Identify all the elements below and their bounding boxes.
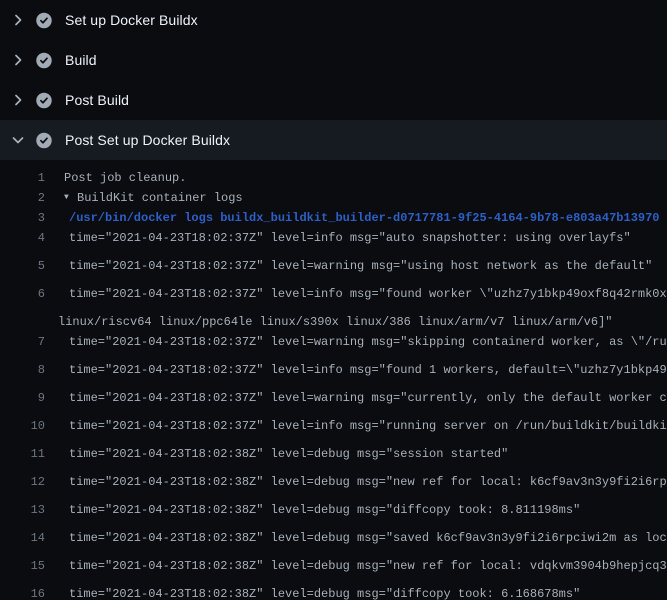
step-row[interactable]: Build xyxy=(0,40,667,80)
log-line-number[interactable]: 6 xyxy=(0,284,45,304)
log-line-text: time="2021-04-23T18:02:38Z" level=debug … xyxy=(69,472,667,492)
log-line-number[interactable]: 5 xyxy=(0,256,45,276)
log-row: 3 /usr/bin/docker logs buildx_buildkit_b… xyxy=(0,208,667,228)
log-row: 7 time="2021-04-23T18:02:37Z" level=warn… xyxy=(0,332,667,360)
log-line-text: time="2021-04-23T18:02:37Z" level=warnin… xyxy=(69,388,667,408)
log-line-number[interactable]: 2 xyxy=(0,188,45,208)
log-line-number[interactable]: 12 xyxy=(0,472,45,492)
log-line-number[interactable]: 4 xyxy=(0,228,45,248)
chevron-icon[interactable] xyxy=(10,12,26,28)
log-line-text: /usr/bin/docker logs buildx_buildkit_bui… xyxy=(69,208,660,228)
log-line-text: time="2021-04-23T18:02:37Z" level=info m… xyxy=(69,228,631,248)
log-line-number[interactable]: 1 xyxy=(0,168,45,188)
log-line-number[interactable]: 8 xyxy=(0,360,45,380)
log-row: 4 time="2021-04-23T18:02:37Z" level=info… xyxy=(0,228,667,256)
log-row: 12 time="2021-04-23T18:02:38Z" level=deb… xyxy=(0,472,667,500)
log-row: 5 time="2021-04-23T18:02:37Z" level=warn… xyxy=(0,256,667,284)
chevron-icon[interactable] xyxy=(10,52,26,68)
log-row: 16 time="2021-04-23T18:02:38Z" level=deb… xyxy=(0,584,667,600)
log-line-text: time="2021-04-23T18:02:38Z" level=debug … xyxy=(69,528,667,548)
log-row: 14 time="2021-04-23T18:02:38Z" level=deb… xyxy=(0,528,667,556)
log-line-text: time="2021-04-23T18:02:37Z" level=warnin… xyxy=(69,256,652,276)
log-row: 6 time="2021-04-23T18:02:37Z" level=info… xyxy=(0,284,667,312)
log-line-text: time="2021-04-23T18:02:37Z" level=info m… xyxy=(69,360,667,380)
log-line-number[interactable]: 3 xyxy=(0,208,45,228)
log-line-number[interactable]: 11 xyxy=(0,444,45,464)
log-row: 10 time="2021-04-23T18:02:37Z" level=inf… xyxy=(0,416,667,444)
workflow-log-panel: Set up Docker Buildx Build Post Buil xyxy=(0,0,667,600)
check-circle-icon xyxy=(36,12,52,28)
log-row: 1 Post job cleanup. xyxy=(0,168,667,188)
step-title: Post Set up Docker Buildx xyxy=(65,132,230,148)
log-row: 2 ▼BuildKit container logs xyxy=(0,188,667,208)
log-line-number[interactable]: 9 xyxy=(0,388,45,408)
log-line-text: time="2021-04-23T18:02:37Z" level=info m… xyxy=(69,284,667,304)
chevron-icon[interactable] xyxy=(10,132,26,148)
log-line-text: time="2021-04-23T18:02:38Z" level=debug … xyxy=(69,584,580,600)
log-line-text: time="2021-04-23T18:02:38Z" level=debug … xyxy=(69,500,580,520)
log-line-text: time="2021-04-23T18:02:37Z" level=warnin… xyxy=(69,332,667,352)
log-line-number[interactable]: 14 xyxy=(0,528,45,548)
log-row: linux/riscv64 linux/ppc64le linux/s390x … xyxy=(0,312,667,332)
step-row[interactable]: Post Build xyxy=(0,80,667,120)
log-line-text: time="2021-04-23T18:02:38Z" level=debug … xyxy=(69,444,508,464)
step-title: Build xyxy=(65,52,97,68)
log-line-number[interactable]: 7 xyxy=(0,332,45,352)
log-row: 9 time="2021-04-23T18:02:37Z" level=warn… xyxy=(0,388,667,416)
step-title: Post Build xyxy=(65,92,129,108)
chevron-icon[interactable] xyxy=(10,92,26,108)
log-row: 15 time="2021-04-23T18:02:38Z" level=deb… xyxy=(0,556,667,584)
workflow-steps-list: Set up Docker Buildx Build Post Buil xyxy=(0,0,667,160)
check-circle-icon xyxy=(36,132,52,148)
check-circle-icon xyxy=(36,92,52,108)
log-row: 11 time="2021-04-23T18:02:38Z" level=deb… xyxy=(0,444,667,472)
check-circle-icon xyxy=(36,52,52,68)
log-row: 8 time="2021-04-23T18:02:37Z" level=info… xyxy=(0,360,667,388)
log-line-text: time="2021-04-23T18:02:38Z" level=debug … xyxy=(69,556,667,576)
log-line-number[interactable]: 13 xyxy=(0,500,45,520)
log-line-number[interactable]: 16 xyxy=(0,584,45,600)
log-line-text: Post job cleanup. xyxy=(64,168,186,188)
log-line-number[interactable]: 10 xyxy=(0,416,45,436)
step-title: Set up Docker Buildx xyxy=(65,12,198,28)
log-line-text: time="2021-04-23T18:02:37Z" level=info m… xyxy=(69,416,667,436)
log-area: 1 Post job cleanup. 2 ▼BuildKit containe… xyxy=(0,160,667,600)
step-row[interactable]: Post Set up Docker Buildx xyxy=(0,120,667,160)
step-row[interactable]: Set up Docker Buildx xyxy=(0,0,667,40)
log-line-number[interactable]: 15 xyxy=(0,556,45,576)
log-row: 13 time="2021-04-23T18:02:38Z" level=deb… xyxy=(0,500,667,528)
log-line-text: linux/riscv64 linux/ppc64le linux/s390x … xyxy=(58,312,613,332)
log-line-text[interactable]: BuildKit container logs xyxy=(77,188,243,208)
group-collapse-icon[interactable]: ▼ xyxy=(64,188,77,208)
